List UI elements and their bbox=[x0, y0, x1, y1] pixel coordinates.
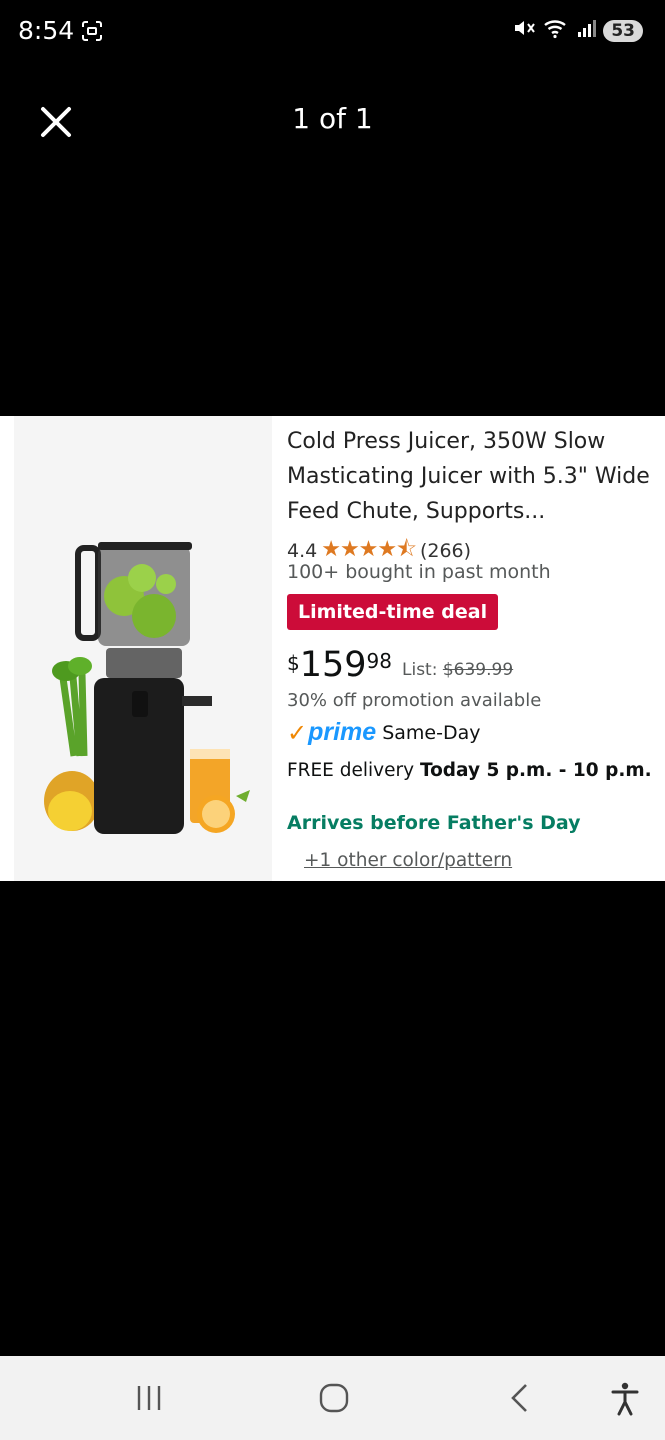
list-price: $639.99 bbox=[442, 660, 514, 680]
product-info: Cold Press Juicer, 350W Slow Masticating… bbox=[287, 416, 657, 881]
image-counter: 1 of 1 bbox=[292, 102, 373, 135]
review-count: (266) bbox=[419, 540, 472, 562]
delivery-prefix: FREE delivery bbox=[287, 760, 415, 781]
screenshot-icon bbox=[80, 19, 104, 48]
price-fraction: 98 bbox=[366, 649, 392, 673]
arrives-text: Arrives before Father's Day bbox=[287, 812, 581, 834]
recent-apps-button[interactable] bbox=[129, 1378, 169, 1418]
product-photo bbox=[14, 416, 272, 881]
other-color-link: +1 other color/pattern bbox=[304, 850, 513, 871]
status-icons: 53 bbox=[513, 17, 643, 44]
accessibility-icon bbox=[611, 1382, 639, 1416]
prime-check-icon: ✓ bbox=[287, 718, 308, 747]
list-label: List: bbox=[402, 660, 438, 680]
prime-logo: prime bbox=[308, 718, 377, 746]
wifi-icon bbox=[543, 17, 571, 44]
bought-count: 100+ bought in past month bbox=[287, 561, 551, 583]
list-price-group: List: $639.99 bbox=[402, 660, 513, 680]
status-bar: 8:54 53 bbox=[0, 0, 665, 64]
accessibility-button[interactable] bbox=[605, 1378, 645, 1418]
recent-apps-icon bbox=[137, 1386, 161, 1410]
status-time: 8:54 bbox=[18, 16, 75, 45]
price-whole: 159 bbox=[299, 645, 367, 685]
delivery-text: FREE delivery Today 5 p.m. - 10 p.m. bbox=[287, 760, 652, 781]
prime-speed: Same-Day bbox=[382, 721, 481, 744]
price-symbol: $ bbox=[287, 651, 300, 675]
battery-indicator: 53 bbox=[603, 19, 643, 42]
home-button[interactable] bbox=[314, 1378, 354, 1418]
price: $ 159 98 List: $639.99 bbox=[287, 644, 513, 686]
product-image[interactable]: Cold Press Juicer, 350W Slow Masticating… bbox=[0, 416, 665, 881]
navigation-bar bbox=[0, 1356, 665, 1440]
back-button[interactable] bbox=[500, 1378, 540, 1418]
rating-value: 4.4 bbox=[287, 540, 318, 562]
prime-row: ✓ prime Same-Day bbox=[287, 718, 480, 747]
juicer-illustration bbox=[44, 542, 250, 834]
promotion-text: 30% off promotion available bbox=[287, 690, 542, 711]
home-icon bbox=[319, 1383, 349, 1413]
delivery-time: Today 5 p.m. - 10 p.m. bbox=[419, 760, 652, 781]
mute-icon bbox=[513, 17, 537, 44]
deal-badge: Limited-time deal bbox=[287, 594, 499, 630]
signal-icon bbox=[577, 18, 597, 43]
product-title: Cold Press Juicer, 350W Slow Masticating… bbox=[287, 429, 650, 524]
back-icon bbox=[511, 1384, 527, 1412]
